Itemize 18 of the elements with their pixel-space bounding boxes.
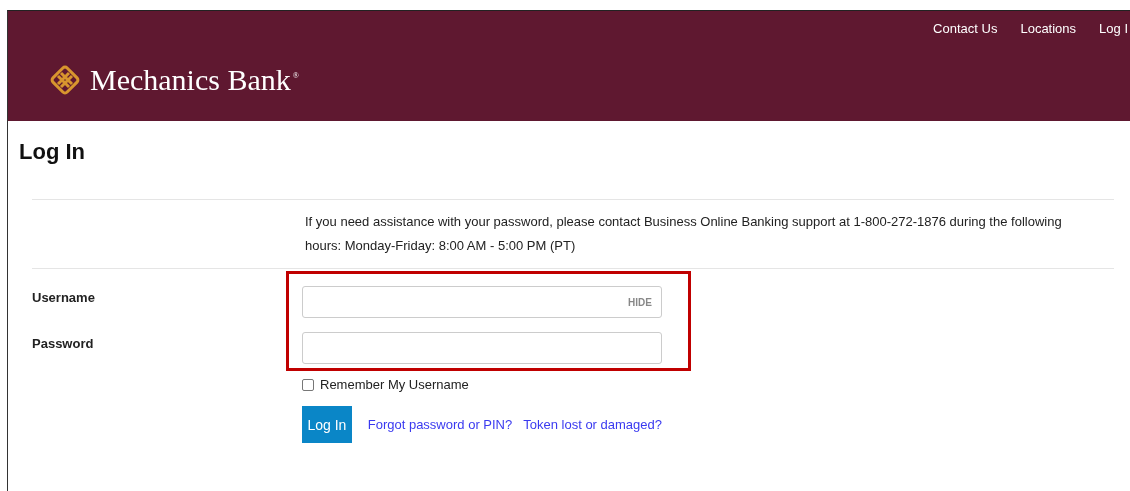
registered-mark: ® bbox=[292, 71, 299, 80]
brand-name: Mechanics Bank bbox=[90, 63, 291, 97]
logo-icon bbox=[48, 63, 82, 97]
checkbox[interactable] bbox=[302, 378, 314, 391]
page-title: Log In bbox=[19, 139, 86, 165]
nav-link[interactable]: Log I bbox=[1099, 21, 1128, 36]
input-field[interactable]: HIDE bbox=[302, 286, 662, 318]
input-field[interactable] bbox=[302, 332, 662, 364]
hide-toggle[interactable]: HIDE bbox=[628, 296, 652, 308]
login-button[interactable]: Log In bbox=[302, 406, 352, 443]
checkbox-label[interactable]: Remember My Username bbox=[320, 377, 469, 392]
help-link[interactable]: Forgot password or PIN? bbox=[367, 417, 513, 432]
nav-link[interactable]: Locations bbox=[1020, 21, 1077, 36]
assistance-notice: If you need assistance with your password, please contact Business Online Banking support at 1-800-272-1876 during the following hours: Monday-Friday: 8:00 AM - 5:00 PM (PT) bbox=[305, 213, 1063, 255]
nav-link[interactable]: Contact Us bbox=[933, 21, 998, 36]
field-label: Username bbox=[32, 289, 96, 307]
field-label: Password bbox=[32, 335, 95, 353]
help-link[interactable]: Token lost or damaged? bbox=[523, 417, 662, 432]
